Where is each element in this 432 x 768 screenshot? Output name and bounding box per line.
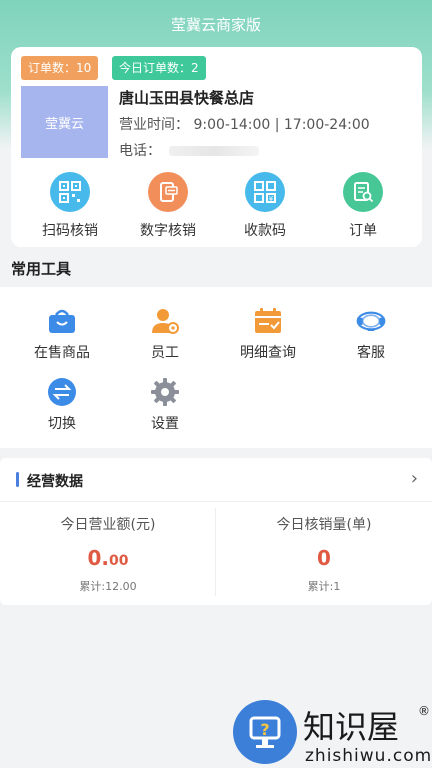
phone-redacted <box>169 146 259 156</box>
on-sale-goods-label: 在售商品 <box>34 345 90 361</box>
revenue-value: 0.00 <box>0 546 216 570</box>
qr-scan-icon <box>50 172 90 212</box>
watermark-en: zhishiwu.com <box>305 746 432 766</box>
section-marker <box>16 472 19 487</box>
phone-label: 电话： <box>119 143 161 159</box>
verified-stat: 今日核销量(单) 0 累计:1 <box>216 514 432 594</box>
watermark-reg: ® <box>418 704 430 718</box>
tools-section-title: 常用工具 <box>11 260 72 278</box>
chevron-right-icon[interactable]: › <box>411 468 418 489</box>
customer-service-button[interactable]: 客服 <box>321 306 421 362</box>
revenue-stat: 今日营业额(元) 0.00 累计:12.00 <box>0 514 216 594</box>
order-button[interactable]: 订单 <box>323 172 403 240</box>
svg-text:¥: ¥ <box>269 195 274 203</box>
store-card: 订单数：10 今日订单数：2 莹冀云 唐山玉田县快餐总店 营业时间： 9:00-… <box>11 47 422 247</box>
calendar-check-icon <box>253 306 283 336</box>
scan-verify-label: 扫码核销 <box>42 223 98 239</box>
quick-actions: 扫码核销 数字核销 ¥ 收款码 订单 <box>11 172 422 242</box>
order-count-badge: 订单数：10 <box>21 56 99 80</box>
business-data-card: 经营数据 › 今日营业额(元) 0.00 累计:12.00 今日核销量(单) 0… <box>0 458 432 605</box>
payment-qr-label: 收款码 <box>244 223 286 239</box>
switch-icon <box>47 377 77 407</box>
revenue-total: 累计:12.00 <box>79 580 137 593</box>
digit-verify-button[interactable]: 数字核销 <box>128 172 208 240</box>
tools-panel: 在售商品 员工 明细查询 客服 切换 设置 <box>0 287 432 448</box>
today-order-badge: 今日订单数：2 <box>112 56 206 80</box>
payment-qr-icon: ¥ <box>245 172 285 212</box>
store-hours: 营业时间： 9:00-14:00 | 17:00-24:00 <box>119 117 370 133</box>
order-icon <box>343 172 383 212</box>
detail-query-button[interactable]: 明细查询 <box>218 306 318 362</box>
verified-total: 累计:1 <box>307 580 341 593</box>
revenue-int: 0. <box>87 546 110 570</box>
phone-verify-icon <box>148 172 188 212</box>
business-data-title: 经营数据 <box>27 474 83 490</box>
staff-button[interactable]: 员工 <box>115 306 215 362</box>
switch-label: 切换 <box>48 416 76 432</box>
payment-qr-button[interactable]: ¥ 收款码 <box>225 172 305 240</box>
verified-label: 今日核销量(单) <box>276 517 372 533</box>
revenue-label: 今日营业额(元) <box>60 517 156 533</box>
revenue-dec: 00 <box>109 553 129 569</box>
business-data-header[interactable]: 经营数据 › <box>0 458 432 502</box>
detail-query-label: 明细查询 <box>240 345 296 361</box>
order-label: 订单 <box>349 223 377 239</box>
staff-icon <box>150 306 180 336</box>
on-sale-goods-button[interactable]: 在售商品 <box>12 306 112 362</box>
switch-button[interactable]: 切换 <box>12 377 112 433</box>
watermark-logo-icon: ? <box>233 700 297 764</box>
headset-icon <box>356 306 386 336</box>
shopping-bag-icon <box>47 306 77 336</box>
verified-value: 0 <box>317 546 331 570</box>
customer-service-label: 客服 <box>357 345 385 361</box>
staff-label: 员工 <box>151 345 179 361</box>
settings-button[interactable]: 设置 <box>115 377 215 433</box>
app-title: 莹冀云商家版 <box>170 16 261 34</box>
watermark-cn: 知识屋 <box>303 708 400 746</box>
svg-text:?: ? <box>260 720 269 739</box>
settings-label: 设置 <box>151 416 179 432</box>
watermark: ? 知识屋 ® zhishiwu.com <box>233 700 432 768</box>
store-phone: 电话： <box>119 140 259 160</box>
gear-icon <box>150 377 180 407</box>
digit-verify-label: 数字核销 <box>140 223 196 239</box>
scan-verify-button[interactable]: 扫码核销 <box>30 172 110 240</box>
store-logo: 莹冀云 <box>21 86 108 158</box>
store-name: 唐山玉田县快餐总店 <box>119 89 255 107</box>
